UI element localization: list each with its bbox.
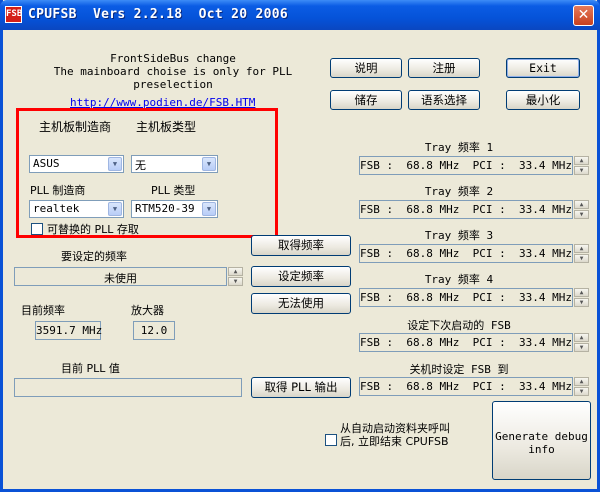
chevron-down-icon[interactable]: ▼ <box>202 202 216 216</box>
set-freq-button[interactable]: 设定频率 <box>251 266 351 287</box>
app-icon: FSB <box>5 6 22 23</box>
current-freq-label: 目前频率 <box>21 304 65 317</box>
pll-type-label: PLL 类型 <box>151 184 196 197</box>
close-button[interactable]: ✕ <box>573 5 594 26</box>
disabled-button[interactable]: 无法使用 <box>251 293 351 314</box>
exit-button[interactable]: Exit <box>506 58 580 78</box>
autostart-checkbox[interactable] <box>325 434 337 446</box>
tray1-label: Tray 频率 1 <box>424 141 494 154</box>
client-area: FrontSideBus change The mainboard choise… <box>3 30 597 489</box>
debug-line1: Generate debug <box>495 430 588 443</box>
spin-up-icon[interactable]: ▲ <box>574 244 589 253</box>
pll-value-field <box>14 378 242 397</box>
help-button[interactable]: 说明 <box>330 58 402 78</box>
tray1-value: FSB : 68.8 MHz PCI : 33.4 MHz <box>360 159 572 172</box>
board-maker-label: 主机板制造商 <box>39 120 112 134</box>
chevron-down-icon[interactable]: ▼ <box>108 202 122 216</box>
pll-value-label: 目前 PLL 值 <box>61 362 120 375</box>
tray4-field: FSB : 68.8 MHz PCI : 33.4 MHz <box>359 288 573 307</box>
shutdown-value: FSB : 68.8 MHz PCI : 33.4 MHz <box>360 380 572 393</box>
tray3-field: FSB : 68.8 MHz PCI : 33.4 MHz <box>359 244 573 263</box>
spin-down-icon[interactable]: ▼ <box>574 387 589 396</box>
save-button[interactable]: 储存 <box>330 90 402 110</box>
autostart-line2: 后, 立即结束 CPUFSB <box>340 435 449 448</box>
target-freq-value: 未使用 <box>104 272 137 285</box>
spin-up-icon[interactable]: ▲ <box>574 200 589 209</box>
shutdown-spinner[interactable]: ▲ ▼ <box>574 377 589 396</box>
title-bar[interactable]: FSB CPUFSB Vers 2.2.18 Oct 20 2006 ✕ <box>0 0 600 30</box>
header-line1: FrontSideBus change <box>110 52 236 65</box>
spin-down-icon[interactable]: ▼ <box>574 254 589 263</box>
pll-type-value: RTM520-39 <box>135 202 195 215</box>
board-maker-select[interactable]: ASUS ▼ <box>29 155 124 173</box>
spin-up-icon[interactable]: ▲ <box>228 267 243 276</box>
register-button[interactable]: 注册 <box>408 58 480 78</box>
spin-down-icon[interactable]: ▼ <box>228 277 243 286</box>
get-freq-button[interactable]: 取得频率 <box>251 235 351 256</box>
spin-up-icon[interactable]: ▲ <box>574 288 589 297</box>
spin-up-icon[interactable]: ▲ <box>574 377 589 386</box>
pll-maker-label: PLL 制造商 <box>30 184 86 197</box>
minimize-button[interactable]: 最小化 <box>506 90 580 110</box>
get-pll-button[interactable]: 取得 PLL 输出 <box>251 377 351 398</box>
tray2-spinner[interactable]: ▲ ▼ <box>574 200 589 219</box>
tray4-value: FSB : 68.8 MHz PCI : 33.4 MHz <box>360 291 572 304</box>
window-title: CPUFSB Vers 2.2.18 Oct 20 2006 <box>28 7 289 22</box>
multiplier-value: 12.0 <box>140 324 168 337</box>
language-button[interactable]: 语系选择 <box>408 90 480 110</box>
next-start-field: FSB : 68.8 MHz PCI : 33.4 MHz <box>359 333 573 352</box>
tray3-spinner[interactable]: ▲ ▼ <box>574 244 589 263</box>
tray1-field: FSB : 68.8 MHz PCI : 33.4 MHz <box>359 156 573 175</box>
next-start-spinner[interactable]: ▲ ▼ <box>574 333 589 352</box>
board-type-value: 无 <box>135 159 146 172</box>
multiplier-label: 放大器 <box>131 304 164 317</box>
next-start-value: FSB : 68.8 MHz PCI : 33.4 MHz <box>360 336 572 349</box>
tray2-value: FSB : 68.8 MHz PCI : 33.4 MHz <box>360 203 572 216</box>
spin-down-icon[interactable]: ▼ <box>574 166 589 175</box>
target-freq-label: 要设定的频率 <box>61 250 127 263</box>
spin-up-icon[interactable]: ▲ <box>574 156 589 165</box>
board-type-label: 主机板类型 <box>136 120 197 134</box>
target-freq-spinner[interactable]: ▲ ▼ <box>228 267 243 286</box>
spin-down-icon[interactable]: ▼ <box>574 210 589 219</box>
header-line2: The mainboard choise is only for PLL <box>53 65 293 78</box>
target-freq-field: 未使用 <box>14 267 227 286</box>
pll-maker-value: realtek <box>33 202 80 215</box>
tray3-value: FSB : 68.8 MHz PCI : 33.4 MHz <box>360 247 572 260</box>
current-freq-value: 3591.7 MHz <box>36 324 103 337</box>
tray3-label: Tray 频率 3 <box>424 229 494 242</box>
tray4-spinner[interactable]: ▲ ▼ <box>574 288 589 307</box>
debug-info-button[interactable]: Generate debug info <box>492 401 591 480</box>
debug-line2: info <box>528 443 555 456</box>
current-freq-field: 3591.7 MHz <box>35 321 103 340</box>
chevron-down-icon[interactable]: ▼ <box>202 157 216 171</box>
tray4-label: Tray 频率 4 <box>424 273 494 286</box>
next-start-label: 设定下次启动的 FSB <box>407 319 511 332</box>
tray1-spinner[interactable]: ▲ ▼ <box>574 156 589 175</box>
shutdown-field: FSB : 68.8 MHz PCI : 33.4 MHz <box>359 377 573 396</box>
pll-type-select[interactable]: RTM520-39 ▼ <box>131 200 218 218</box>
spin-down-icon[interactable]: ▼ <box>574 298 589 307</box>
shutdown-label: 关机时设定 FSB 到 <box>409 363 509 376</box>
board-type-select[interactable]: 无 ▼ <box>131 155 218 173</box>
spin-up-icon[interactable]: ▲ <box>574 333 589 342</box>
tray2-field: FSB : 68.8 MHz PCI : 33.4 MHz <box>359 200 573 219</box>
multiplier-field: 12.0 <box>133 321 175 340</box>
spin-down-icon[interactable]: ▼ <box>574 343 589 352</box>
header-line3: preselection <box>133 78 213 91</box>
pll-maker-select[interactable]: realtek ▼ <box>29 200 124 218</box>
app-window: FSB CPUFSB Vers 2.2.18 Oct 20 2006 ✕ Fro… <box>0 0 600 492</box>
alt-pll-checkbox[interactable] <box>31 223 43 235</box>
chevron-down-icon[interactable]: ▼ <box>108 157 122 171</box>
alt-pll-label: 可替换的 PLL 存取 <box>47 223 139 236</box>
board-maker-value: ASUS <box>33 157 60 170</box>
tray2-label: Tray 频率 2 <box>424 185 494 198</box>
